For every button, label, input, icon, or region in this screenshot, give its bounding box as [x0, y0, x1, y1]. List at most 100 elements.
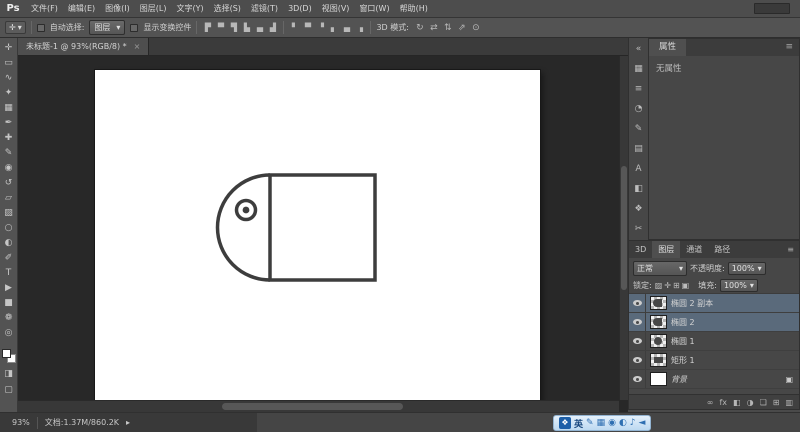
tool-button[interactable]: ✦	[1, 86, 17, 101]
layer-thumbnail[interactable]	[650, 353, 667, 367]
tool-button[interactable]: ✒	[1, 116, 17, 131]
vertical-scrollbar[interactable]	[619, 56, 628, 400]
panel-icon[interactable]: ◔	[630, 99, 648, 119]
mode-3d-icon[interactable]: ⇗	[456, 23, 468, 33]
menu-item[interactable]: 滤镜(T)	[246, 0, 283, 18]
menu-item[interactable]: 文件(F)	[26, 0, 63, 18]
mode-3d-icon[interactable]: ⊙	[470, 23, 482, 33]
menu-item[interactable]: 编辑(E)	[63, 0, 100, 18]
layers-footer-icon[interactable]: ◧	[733, 398, 741, 407]
show-transform-checkbox[interactable]	[130, 23, 139, 32]
distribute-icon[interactable]: ▘	[289, 23, 300, 32]
input-method-icon[interactable]: ❖	[559, 417, 571, 429]
layer-row[interactable]: 椭圆 2	[629, 313, 799, 332]
tool-button[interactable]: ▱	[1, 191, 17, 206]
panel-menu-icon[interactable]: ≡	[782, 241, 799, 258]
layer-thumbnail[interactable]	[650, 315, 667, 329]
opacity-input[interactable]: 100% ▾	[727, 261, 766, 275]
document-tab[interactable]: 未标题-1 @ 93%(RGB/8) * ×	[18, 38, 150, 55]
menu-item[interactable]: 文字(Y)	[171, 0, 208, 18]
visibility-toggle[interactable]	[629, 351, 646, 369]
tool-preset-picker[interactable]: ✛ ▾	[5, 21, 26, 34]
panel-icon[interactable]: A	[630, 159, 648, 179]
layer-row[interactable]: 背景 ▣	[629, 370, 799, 389]
align-icon[interactable]: ▄	[254, 23, 265, 32]
layers-footer-icon[interactable]: ▥	[785, 398, 793, 407]
tab-paths[interactable]: 路径	[708, 241, 736, 258]
mode-3d-icon[interactable]: ⇄	[428, 23, 440, 33]
tool-button[interactable]: ▭	[1, 56, 17, 71]
distribute-icon[interactable]: ▖	[328, 23, 339, 32]
fill-input[interactable]: 100% ▾	[719, 279, 758, 292]
tab-layers[interactable]: 图层	[652, 241, 681, 258]
layers-footer-icon[interactable]: ◑	[747, 398, 754, 407]
close-icon[interactable]: ×	[134, 42, 141, 51]
visibility-toggle[interactable]	[629, 370, 646, 388]
language-bar-icon[interactable]: ◄	[639, 418, 646, 428]
menu-item[interactable]: 图像(I)	[100, 0, 135, 18]
menu-item[interactable]: 选择(S)	[209, 0, 246, 18]
lock-option-icon[interactable]: ▨	[655, 281, 663, 290]
language-bar-icon[interactable]: ✎	[586, 418, 594, 428]
tool-button[interactable]: T	[1, 266, 17, 281]
layer-name[interactable]: 椭圆 2	[671, 317, 799, 328]
status-arrow-icon[interactable]: ▸	[126, 418, 130, 427]
tool-button[interactable]: ▦	[1, 101, 17, 116]
menu-item[interactable]: 3D(D)	[283, 0, 317, 18]
tool-button[interactable]: ▶	[1, 281, 17, 296]
layer-row[interactable]: 椭圆 1	[629, 332, 799, 351]
mode-3d-icon[interactable]: ⇅	[442, 23, 454, 33]
layer-name[interactable]: 矩形 1	[671, 355, 799, 366]
align-icon[interactable]: ▜	[228, 23, 239, 32]
tab-channels[interactable]: 通道	[680, 241, 708, 258]
panel-icon[interactable]: ✎	[630, 119, 648, 139]
lock-option-icon[interactable]: ▣	[682, 281, 690, 290]
layer-name[interactable]: 背景	[671, 374, 785, 385]
tool-button[interactable]: ◐	[1, 236, 17, 251]
align-icon[interactable]: ▟	[267, 23, 278, 32]
lock-option-icon[interactable]: ✛	[664, 281, 671, 290]
layers-footer-icon[interactable]: ∞	[707, 398, 714, 407]
distribute-icon[interactable]: ▄	[341, 23, 352, 32]
tool-button[interactable]: ✎	[1, 146, 17, 161]
align-icon[interactable]: ▛	[202, 23, 213, 32]
visibility-toggle[interactable]	[629, 313, 646, 331]
layers-footer-icon[interactable]: ❏	[760, 398, 767, 407]
layer-row[interactable]: 椭圆 2 副本	[629, 294, 799, 313]
layer-thumbnail[interactable]	[650, 372, 667, 386]
tool-button[interactable]: ❁	[1, 311, 17, 326]
visibility-toggle[interactable]	[629, 332, 646, 350]
horizontal-scrollbar[interactable]	[18, 400, 619, 412]
distribute-icon[interactable]: ▗	[354, 23, 365, 32]
menu-item[interactable]: 帮助(H)	[395, 0, 433, 18]
window-controls[interactable]	[754, 3, 790, 14]
tool-button[interactable]: ■	[1, 296, 17, 311]
panel-icon[interactable]: «	[630, 39, 648, 59]
tool-button[interactable]: ✛	[1, 41, 17, 56]
menu-item[interactable]: 窗口(W)	[354, 0, 394, 18]
layers-footer-icon[interactable]: fx	[719, 398, 727, 407]
tab-properties[interactable]: 属性	[649, 39, 687, 56]
lock-option-icon[interactable]: ⊞	[673, 281, 680, 290]
visibility-toggle[interactable]	[629, 294, 646, 312]
panel-icon[interactable]: ◧	[630, 179, 648, 199]
language-bar-icon[interactable]: ◐	[619, 418, 627, 428]
panel-icon[interactable]: ❖	[630, 199, 648, 219]
panel-icon[interactable]: ✂	[630, 219, 648, 239]
language-bar-icon[interactable]: ▦	[597, 418, 606, 428]
canvas[interactable]	[95, 70, 540, 400]
foreground-color-swatch[interactable]	[1, 349, 11, 358]
layer-name[interactable]: 椭圆 2 副本	[671, 298, 799, 309]
distribute-icon[interactable]: ▝	[315, 23, 326, 32]
tab-3d[interactable]: 3D	[629, 241, 652, 258]
layers-footer-icon[interactable]: ⊞	[773, 398, 780, 407]
auto-select-checkbox[interactable]	[36, 23, 45, 32]
layer-name[interactable]: 椭圆 1	[671, 336, 799, 347]
tool-button[interactable]: ○	[1, 221, 17, 236]
panel-icon[interactable]: ≡	[630, 79, 648, 99]
panel-icon[interactable]: ▦	[630, 59, 648, 79]
tool-button[interactable]: ↺	[1, 176, 17, 191]
align-icon[interactable]: ▙	[241, 23, 252, 32]
layer-thumbnail[interactable]	[650, 296, 667, 310]
tool-button[interactable]: ✚	[1, 131, 17, 146]
